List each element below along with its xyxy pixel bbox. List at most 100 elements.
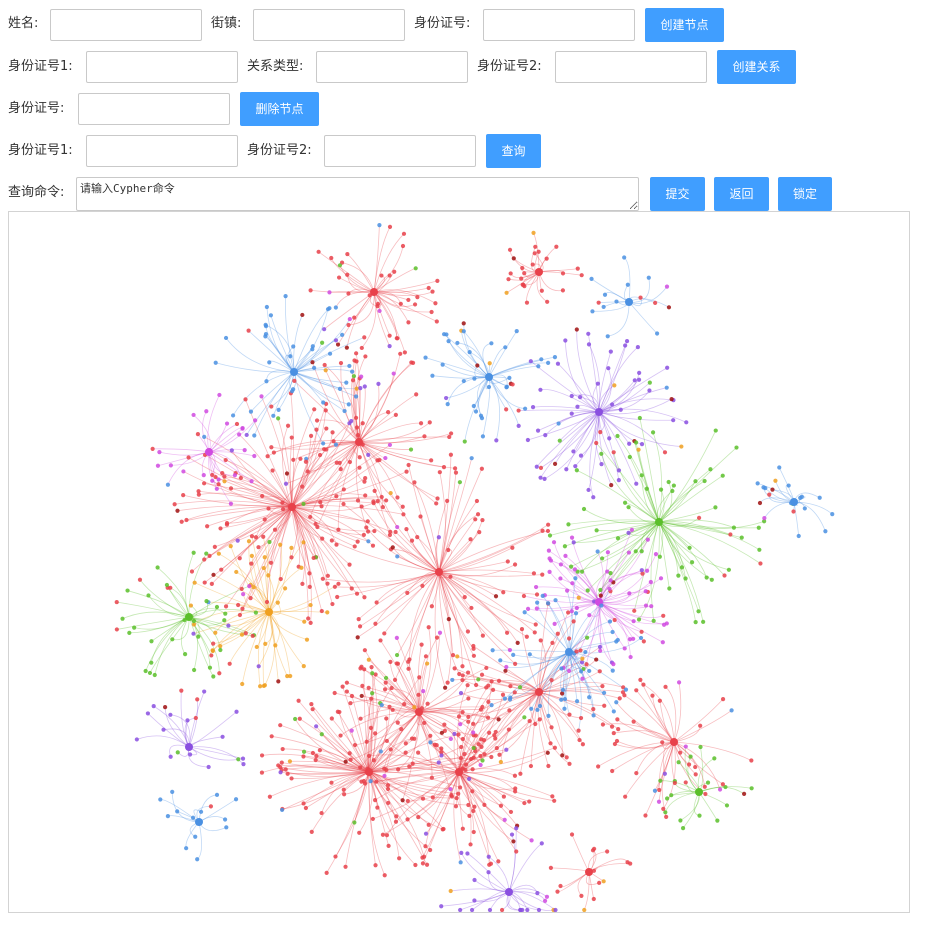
graph-node (387, 343, 392, 349)
graph-node (527, 718, 532, 724)
town-input[interactable] (253, 9, 405, 41)
graph-node (693, 619, 698, 625)
graph-node (480, 633, 485, 638)
graph-node (302, 619, 307, 624)
graph-node (608, 571, 613, 576)
create-relation-button[interactable]: 创建关系 (717, 50, 796, 84)
graph-node (702, 478, 707, 484)
graph-node (656, 799, 662, 804)
query-id1-input[interactable] (86, 135, 238, 167)
graph-node (479, 416, 485, 421)
graph-node (208, 804, 214, 809)
query-id2-input[interactable] (324, 135, 476, 167)
graph-node (471, 745, 476, 751)
graph-node (333, 338, 339, 343)
graph-node (546, 360, 551, 365)
graph-node (423, 831, 429, 836)
graph-node (450, 653, 456, 658)
graph-node (545, 750, 550, 755)
graph-node (726, 567, 731, 572)
graph-node (516, 423, 521, 428)
graph-node (410, 360, 416, 365)
graph-edge (793, 501, 826, 532)
graph-node (256, 545, 261, 550)
graph-node (187, 752, 193, 757)
id-input[interactable] (483, 9, 635, 41)
graph-node (401, 231, 407, 236)
graph-node (702, 784, 707, 789)
graph-node (267, 794, 272, 799)
graph-canvas[interactable] (9, 212, 909, 912)
graph-node (376, 381, 381, 386)
relation-id1-input[interactable] (86, 51, 238, 83)
graph-node (195, 432, 201, 437)
submit-button[interactable]: 提交 (650, 177, 705, 211)
back-button[interactable]: 返回 (714, 177, 769, 211)
delete-id-input[interactable] (78, 93, 230, 125)
graph-node (327, 351, 333, 356)
graph-node (557, 438, 562, 443)
cypher-label: 查询命令: (8, 185, 65, 200)
graph-node (537, 717, 542, 722)
graph-node (465, 851, 470, 856)
graph-node (596, 764, 601, 769)
graph-node (395, 524, 400, 530)
graph-node (222, 479, 227, 484)
graph-node (426, 625, 431, 630)
graph-node (300, 312, 305, 318)
graph-node (637, 370, 642, 375)
graph-node (644, 486, 649, 491)
graph-node (393, 412, 398, 418)
name-input[interactable] (50, 9, 202, 41)
graph-node (384, 498, 389, 503)
graph-node (280, 500, 285, 505)
graph-edge (396, 571, 440, 656)
relation-type-input[interactable] (316, 51, 468, 83)
create-node-button[interactable]: 创建节点 (645, 8, 724, 42)
graph-node (285, 423, 291, 428)
graph-node (319, 608, 324, 614)
graph-node (595, 381, 600, 386)
graph-node (320, 576, 325, 581)
graph-node (259, 394, 264, 399)
graph-node (661, 806, 666, 811)
graph-node (333, 854, 338, 859)
query-button[interactable]: 查询 (486, 134, 541, 168)
graph-node (796, 533, 801, 539)
graph-hub-node (185, 613, 193, 621)
graph-node (191, 412, 196, 418)
graph-node (471, 721, 476, 726)
graph-node (624, 338, 630, 344)
graph-node (418, 514, 423, 519)
graph-node (471, 646, 476, 651)
graph-node (472, 376, 477, 381)
graph-node (195, 697, 200, 702)
graph-node (341, 787, 346, 792)
delete-node-button[interactable]: 删除节点 (240, 92, 319, 126)
graph-edge (341, 262, 375, 293)
graph-node (259, 753, 265, 758)
graph-node (514, 826, 519, 831)
graph-hub-node (355, 438, 363, 446)
graph-node (243, 397, 248, 402)
graph-node (306, 616, 311, 621)
graph-node (263, 332, 269, 337)
graph-node (445, 498, 450, 503)
graph-node (458, 785, 463, 790)
graph-node (267, 539, 272, 545)
graph-node (653, 552, 659, 557)
graph-node (248, 409, 254, 414)
relation-id2-input[interactable] (555, 51, 707, 83)
cypher-textarea[interactable] (76, 177, 639, 211)
graph-node (272, 527, 278, 532)
graph-node (419, 642, 424, 647)
graph-node (567, 712, 572, 717)
graph-node (448, 574, 453, 579)
graph-node (428, 740, 433, 745)
graph-node (268, 560, 274, 565)
graph-node (525, 606, 531, 611)
lock-button[interactable]: 锁定 (778, 177, 832, 211)
graph-panel[interactable] (8, 211, 910, 913)
graph-node (382, 873, 387, 878)
graph-node (664, 284, 670, 289)
